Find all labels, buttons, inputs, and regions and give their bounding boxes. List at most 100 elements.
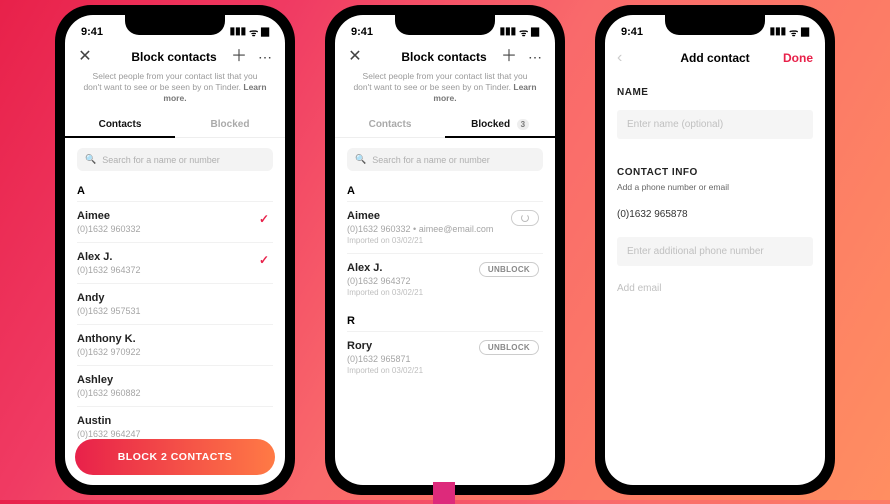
imported-date: Imported on 03/02/21	[347, 236, 543, 245]
screen-2: 9:41 ▮▮▮ ᯤ ▆ ✕ Block contacts ＋ ⋯ Select…	[335, 15, 555, 485]
tab-blocked[interactable]: Blocked 3	[445, 112, 555, 137]
tabs: Contacts Blocked 3	[335, 112, 555, 138]
tab-contacts[interactable]: Contacts	[65, 112, 175, 137]
contact-name: Andy	[77, 292, 273, 304]
tabs: Contacts Blocked	[65, 112, 285, 138]
contact-name: Alex J.	[77, 251, 273, 263]
contact-row[interactable]: Ashley (0)1632 960882	[77, 365, 273, 406]
subtitle: Select people from your contact list tha…	[65, 71, 285, 112]
add-icon[interactable]: ＋	[231, 49, 247, 65]
blocked-list[interactable]: A Aimee(0)1632 960332 • aimee@email.comIm…	[335, 175, 555, 485]
signal-icon: ▮▮▮	[770, 26, 787, 37]
contact-phone: (0)1632 957531	[77, 306, 273, 316]
back-icon[interactable]: ‹	[617, 49, 622, 67]
subtitle-text: Select people from your contact list tha…	[83, 71, 257, 92]
section-letter: A	[347, 185, 543, 197]
contact-row[interactable]: Aimee(0)1632 960332✓	[77, 201, 273, 242]
search-icon: 🔍	[85, 154, 96, 165]
contact-name: Anthony K.	[77, 333, 273, 345]
status-time: 9:41	[81, 26, 103, 38]
nav-bar: ✕ Block contacts ＋ ⋯	[335, 41, 555, 71]
notch	[125, 15, 225, 35]
additional-phone-input[interactable]	[617, 237, 813, 266]
name-input[interactable]	[617, 110, 813, 139]
check-icon: ✓	[259, 253, 269, 267]
contact-phone: (0)1632 960882	[77, 388, 273, 398]
status-time: 9:41	[351, 26, 373, 38]
section-letter: R	[347, 315, 543, 327]
done-button[interactable]: Done	[783, 51, 813, 65]
contact-row[interactable]: Rory(0)1632 965871Imported on 03/02/21UN…	[347, 331, 543, 383]
wifi-icon: ᯤ	[519, 25, 528, 39]
contact-row[interactable]: Anthony K. (0)1632 970922	[77, 324, 273, 365]
contact-name: Austin	[77, 415, 273, 427]
page-title: Add contact	[657, 51, 773, 65]
page-title: Block contacts	[387, 50, 501, 64]
contact-phone: (0)1632 964372	[347, 276, 543, 286]
unblock-button[interactable]: UNBLOCK	[479, 340, 539, 355]
more-icon[interactable]: ⋯	[257, 49, 273, 65]
add-icon[interactable]: ＋	[501, 49, 517, 65]
contact-phone: (0)1632 960332 • aimee@email.com	[347, 224, 543, 234]
loading-toggle[interactable]	[511, 210, 539, 226]
phone-2: 9:41 ▮▮▮ ᯤ ▆ ✕ Block contacts ＋ ⋯ Select…	[325, 5, 565, 495]
contact-name: Aimee	[77, 210, 273, 222]
tab-contacts[interactable]: Contacts	[335, 112, 445, 137]
search-input[interactable]: 🔍 Search for a name or number	[77, 148, 273, 171]
contact-name: Ashley	[77, 374, 273, 386]
check-icon: ✓	[259, 212, 269, 226]
page-title: Block contacts	[117, 50, 231, 64]
contact-phone: (0)1632 965871	[347, 354, 543, 364]
contact-row[interactable]: Aimee(0)1632 960332 • aimee@email.comImp…	[347, 201, 543, 253]
status-icons: ▮▮▮ ᯤ ▆	[770, 25, 809, 39]
close-icon[interactable]: ✕	[77, 49, 93, 65]
phone-input[interactable]	[617, 200, 813, 229]
close-icon[interactable]: ✕	[347, 49, 363, 65]
search-placeholder: Search for a name or number	[372, 155, 490, 165]
screen-3: 9:41 ▮▮▮ ᯤ ▆ ‹ Add contact Done NAME CON…	[605, 15, 825, 485]
status-icons: ▮▮▮ ᯤ ▆	[230, 25, 269, 39]
block-button[interactable]: BLOCK 2 CONTACTS	[75, 439, 275, 475]
contact-phone: (0)1632 970922	[77, 347, 273, 357]
more-icon[interactable]: ⋯	[527, 49, 543, 65]
search-input[interactable]: 🔍 Search for a name or number	[347, 148, 543, 171]
subtitle: Select people from your contact list tha…	[335, 71, 555, 112]
phone-3: 9:41 ▮▮▮ ᯤ ▆ ‹ Add contact Done NAME CON…	[595, 5, 835, 495]
search-icon: 🔍	[355, 154, 366, 165]
screen-1: 9:41 ▮▮▮ ᯤ ▆ ✕ Block contacts ＋ ⋯ Select…	[65, 15, 285, 485]
battery-icon: ▆	[261, 26, 269, 37]
contact-phone: (0)1632 964247	[77, 429, 273, 439]
marker	[433, 482, 455, 504]
tab-blocked[interactable]: Blocked	[175, 112, 285, 137]
section-letter: A	[77, 185, 273, 197]
add-contact-form: NAME CONTACT INFO Add a phone number or …	[605, 73, 825, 485]
email-input[interactable]	[617, 274, 813, 303]
signal-icon: ▮▮▮	[500, 26, 517, 37]
contact-info-label: CONTACT INFO	[617, 153, 813, 182]
signal-icon: ▮▮▮	[230, 26, 247, 37]
contact-row[interactable]: Alex J.(0)1632 964372Imported on 03/02/2…	[347, 253, 543, 305]
battery-icon: ▆	[801, 26, 809, 37]
name-section-label: NAME	[617, 73, 813, 102]
wifi-icon: ᯤ	[789, 25, 798, 39]
notch	[395, 15, 495, 35]
status-icons: ▮▮▮ ᯤ ▆	[500, 25, 539, 39]
battery-icon: ▆	[531, 26, 539, 37]
nav-bar: ‹ Add contact Done	[605, 41, 825, 73]
contact-info-sub: Add a phone number or email	[617, 182, 813, 192]
unblock-button[interactable]: UNBLOCK	[479, 262, 539, 277]
search-placeholder: Search for a name or number	[102, 155, 220, 165]
wifi-icon: ᯤ	[249, 25, 258, 39]
phone-1: 9:41 ▮▮▮ ᯤ ▆ ✕ Block contacts ＋ ⋯ Select…	[55, 5, 295, 495]
subtitle-text: Select people from your contact list tha…	[353, 71, 527, 92]
blocked-count-badge: 3	[517, 119, 529, 130]
contact-row[interactable]: Alex J. (0)1632 964372✓	[77, 242, 273, 283]
imported-date: Imported on 03/02/21	[347, 288, 543, 297]
tab-blocked-label: Blocked	[471, 119, 510, 130]
nav-bar: ✕ Block contacts ＋ ⋯	[65, 41, 285, 71]
notch	[665, 15, 765, 35]
status-time: 9:41	[621, 26, 643, 38]
contact-row[interactable]: Andy (0)1632 957531	[77, 283, 273, 324]
contact-phone: (0)1632 964372	[77, 265, 273, 275]
imported-date: Imported on 03/02/21	[347, 366, 543, 375]
